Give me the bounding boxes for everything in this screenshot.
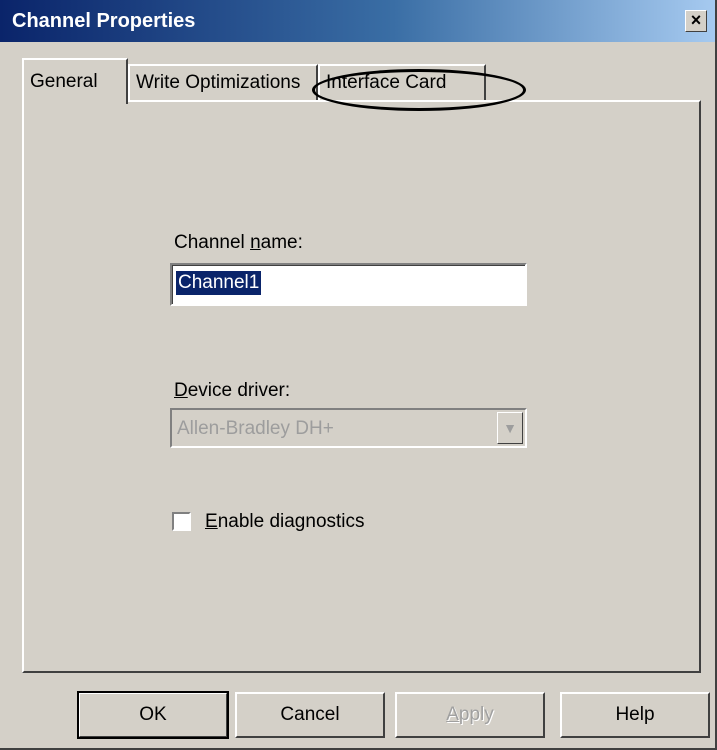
apply-label: Apply xyxy=(446,704,494,725)
device-driver-select[interactable]: Allen-Bradley DH+ ▼ xyxy=(170,408,527,448)
ok-button[interactable]: OK xyxy=(77,691,229,739)
title-bar[interactable]: Channel Properties × xyxy=(0,0,715,42)
channel-properties-dialog: Channel Properties × General Write Optim… xyxy=(0,0,717,750)
channel-name-label: Channel name: xyxy=(174,232,303,253)
tab-general-label: General xyxy=(30,71,98,92)
tab-general[interactable]: General xyxy=(22,58,128,104)
highlight-ellipse-annotation xyxy=(312,69,526,111)
tab-write-optimizations-label: Write Optimizations xyxy=(136,72,301,93)
enable-diagnostics-checkbox[interactable] xyxy=(172,512,191,531)
device-driver-value: Allen-Bradley DH+ xyxy=(177,418,334,439)
device-driver-label: Device driver: xyxy=(174,380,291,401)
channel-name-value: Channel1 xyxy=(174,270,263,296)
enable-diagnostics-label[interactable]: Enable diagnostics xyxy=(205,511,365,533)
help-button[interactable]: Help xyxy=(560,692,710,738)
apply-button[interactable]: Apply xyxy=(395,692,545,738)
window-title: Channel Properties xyxy=(12,10,196,32)
cancel-label: Cancel xyxy=(280,704,340,725)
cancel-button[interactable]: Cancel xyxy=(235,692,385,738)
close-button[interactable]: × xyxy=(685,10,707,32)
channel-name-input[interactable]: Channel1 xyxy=(170,263,527,306)
general-tab-panel xyxy=(22,100,701,673)
close-icon: × xyxy=(690,10,702,30)
tab-write-optimizations[interactable]: Write Optimizations xyxy=(128,64,318,102)
ok-label: OK xyxy=(139,704,167,725)
help-label: Help xyxy=(615,704,655,725)
chevron-down-icon[interactable]: ▼ xyxy=(497,412,523,444)
